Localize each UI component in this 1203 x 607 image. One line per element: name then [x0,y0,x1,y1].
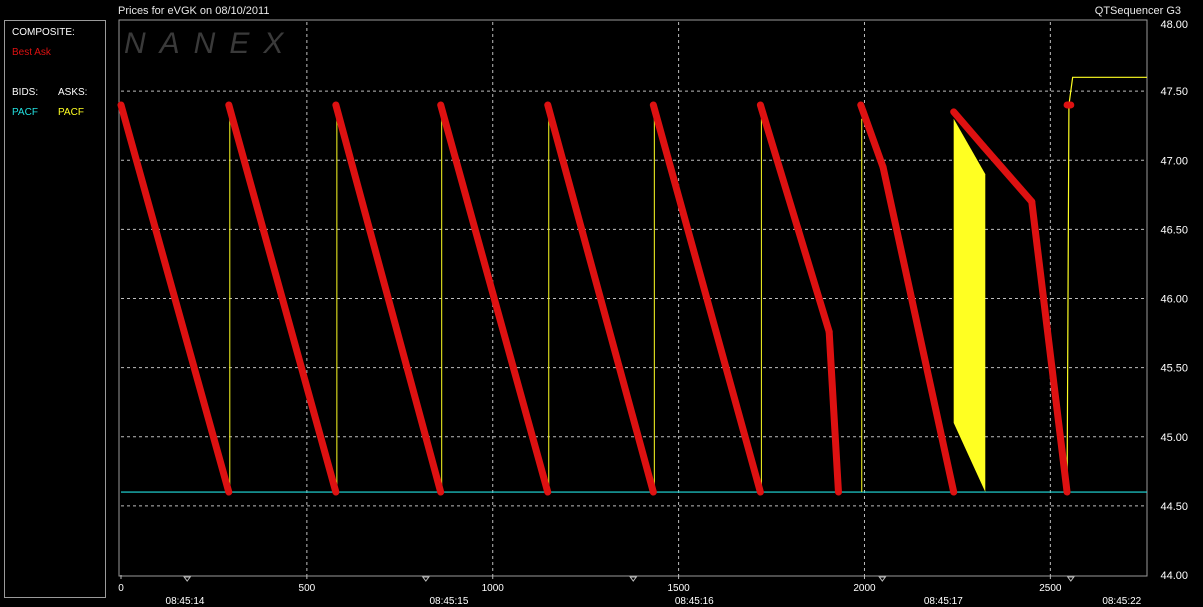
x-tick-label: 0 [118,583,124,594]
x-tick-label: 2000 [853,583,876,594]
best-ask-segment [756,101,833,336]
best-ask-segment [1028,198,1071,496]
y-tick-label: 44.50 [1160,501,1188,513]
y-tick-label: 48.00 [1160,19,1188,31]
y-tick-label: 46.50 [1160,224,1188,236]
y-tick-label: 47.50 [1160,86,1188,98]
y-tick-label: 45.50 [1160,363,1188,375]
time-marker [629,576,638,582]
ask-band [953,118,986,493]
time-marker [421,576,430,582]
y-tick-label: 45.00 [1160,432,1188,444]
time-label: 08:45:15 [429,596,468,607]
time-marker [878,576,887,582]
watermark: NANEX [124,27,297,60]
time-label: 08:45:22 [1102,596,1141,607]
x-tick-label: 500 [299,583,316,594]
best-ask-segment [979,142,1036,206]
price-chart: NANEX 44.00 44.50 45.00 45.50 46.00 46.50 47.0… [117,19,1188,607]
time-marker [183,576,192,582]
y-tick-label: 44.00 [1160,570,1188,582]
best-ask-segment [879,163,958,496]
x-tick-label: 2500 [1039,583,1062,594]
time-marker [1066,576,1075,582]
time-label: 08:45:17 [924,596,963,607]
x-tick-label: 1000 [482,583,505,594]
x-tick-label: 1500 [667,583,690,594]
y-tick-label: 47.00 [1160,155,1188,167]
best-ask-segment [825,328,842,496]
time-label: 08:45:16 [675,596,714,607]
time-label: 08:45:14 [166,596,205,607]
y-tick-label: 46.00 [1160,294,1188,306]
ask-final-line [1066,76,1147,493]
